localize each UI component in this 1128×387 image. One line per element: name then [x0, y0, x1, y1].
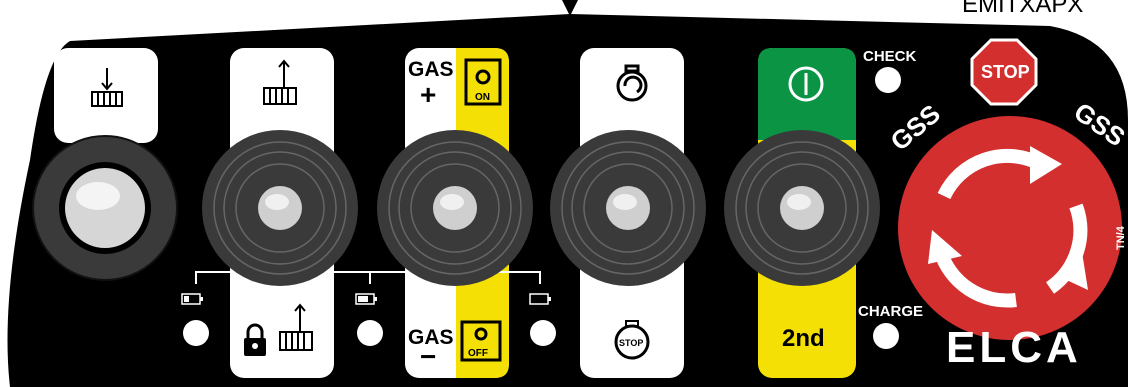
winch-down-button[interactable] — [32, 135, 178, 281]
strip-winch-down — [54, 48, 158, 143]
svg-text:STOP: STOP — [981, 62, 1030, 82]
model-code: EMITXAPX — [962, 0, 1083, 18]
second-function-label: 2nd — [782, 325, 825, 352]
brand-logo: ELCA — [946, 323, 1082, 372]
check-led — [875, 67, 901, 93]
check-label: CHECK — [863, 48, 917, 65]
remote-control-panel: EMITXAPX GAS + ON GAS − OFF STOP 2nd CHE… — [7, 0, 1128, 387]
charge-label: CHARGE — [858, 303, 923, 320]
gas-button[interactable] — [377, 130, 533, 286]
emergency-stop-button[interactable] — [898, 116, 1122, 340]
stop-sign: STOP — [970, 38, 1038, 106]
winch-up-button[interactable] — [202, 130, 358, 286]
side-mark: TN/4 — [1115, 225, 1127, 250]
svg-text:ON: ON — [475, 92, 490, 103]
engine-start-stop-button[interactable] — [550, 130, 706, 286]
svg-text:STOP: STOP — [619, 338, 643, 348]
battery-led-1 — [183, 320, 209, 346]
battery-led-2 — [357, 320, 383, 346]
battery-led-3 — [530, 320, 556, 346]
gas-minus-sign: − — [420, 341, 436, 372]
gas-plus-label: GAS — [408, 58, 454, 81]
gas-plus-sign: + — [420, 79, 436, 110]
panel-notch — [562, 0, 578, 16]
svg-text:OFF: OFF — [468, 348, 488, 359]
charge-led — [873, 323, 899, 349]
power-button[interactable] — [724, 130, 880, 286]
